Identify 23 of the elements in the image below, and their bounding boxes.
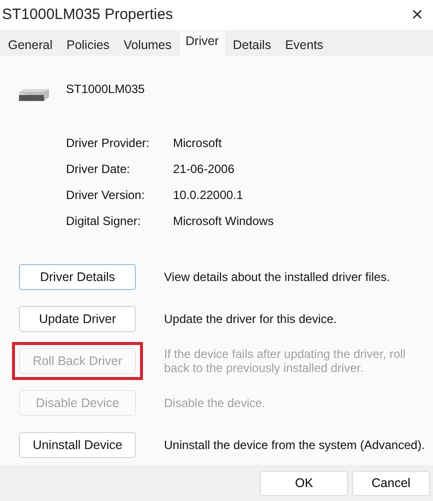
property-label: Driver Provider: (66, 135, 150, 152)
dialog-button[interactable]: Cancel (352, 470, 430, 496)
property-label: Driver Date: (66, 161, 132, 178)
drive-icon (18, 88, 50, 102)
property-label: Digital Signer: (66, 213, 142, 230)
device-name: ST1000LM035 (66, 81, 145, 98)
tab[interactable]: Driver (180, 31, 225, 56)
property-label: Driver Version: (66, 187, 146, 204)
action-description: If the device fails after updating the driver, roll back to the previously installed driver. (164, 346, 406, 376)
window-title: ST1000LM035 Properties (2, 4, 173, 25)
dialog-button[interactable]: OK (260, 470, 348, 496)
action-button[interactable]: Driver Details (19, 264, 136, 290)
action-button[interactable]: Uninstall Device (19, 432, 136, 458)
property-value: 21-06-2006 (173, 161, 234, 178)
action-button[interactable]: Update Driver (19, 306, 136, 332)
close-button[interactable]: × (407, 5, 427, 25)
property-value: Microsoft Windows (173, 213, 274, 230)
property-value: 10.0.22000.1 (173, 187, 244, 204)
action-description: Uninstall the device from the system (Advanced). (164, 438, 426, 452)
action-description: View details about the installed driver files. (164, 270, 391, 284)
action-description: Update the driver for this device. (164, 312, 338, 326)
property-value: Microsoft (173, 135, 222, 152)
action-description: Disable the device. (164, 396, 266, 410)
